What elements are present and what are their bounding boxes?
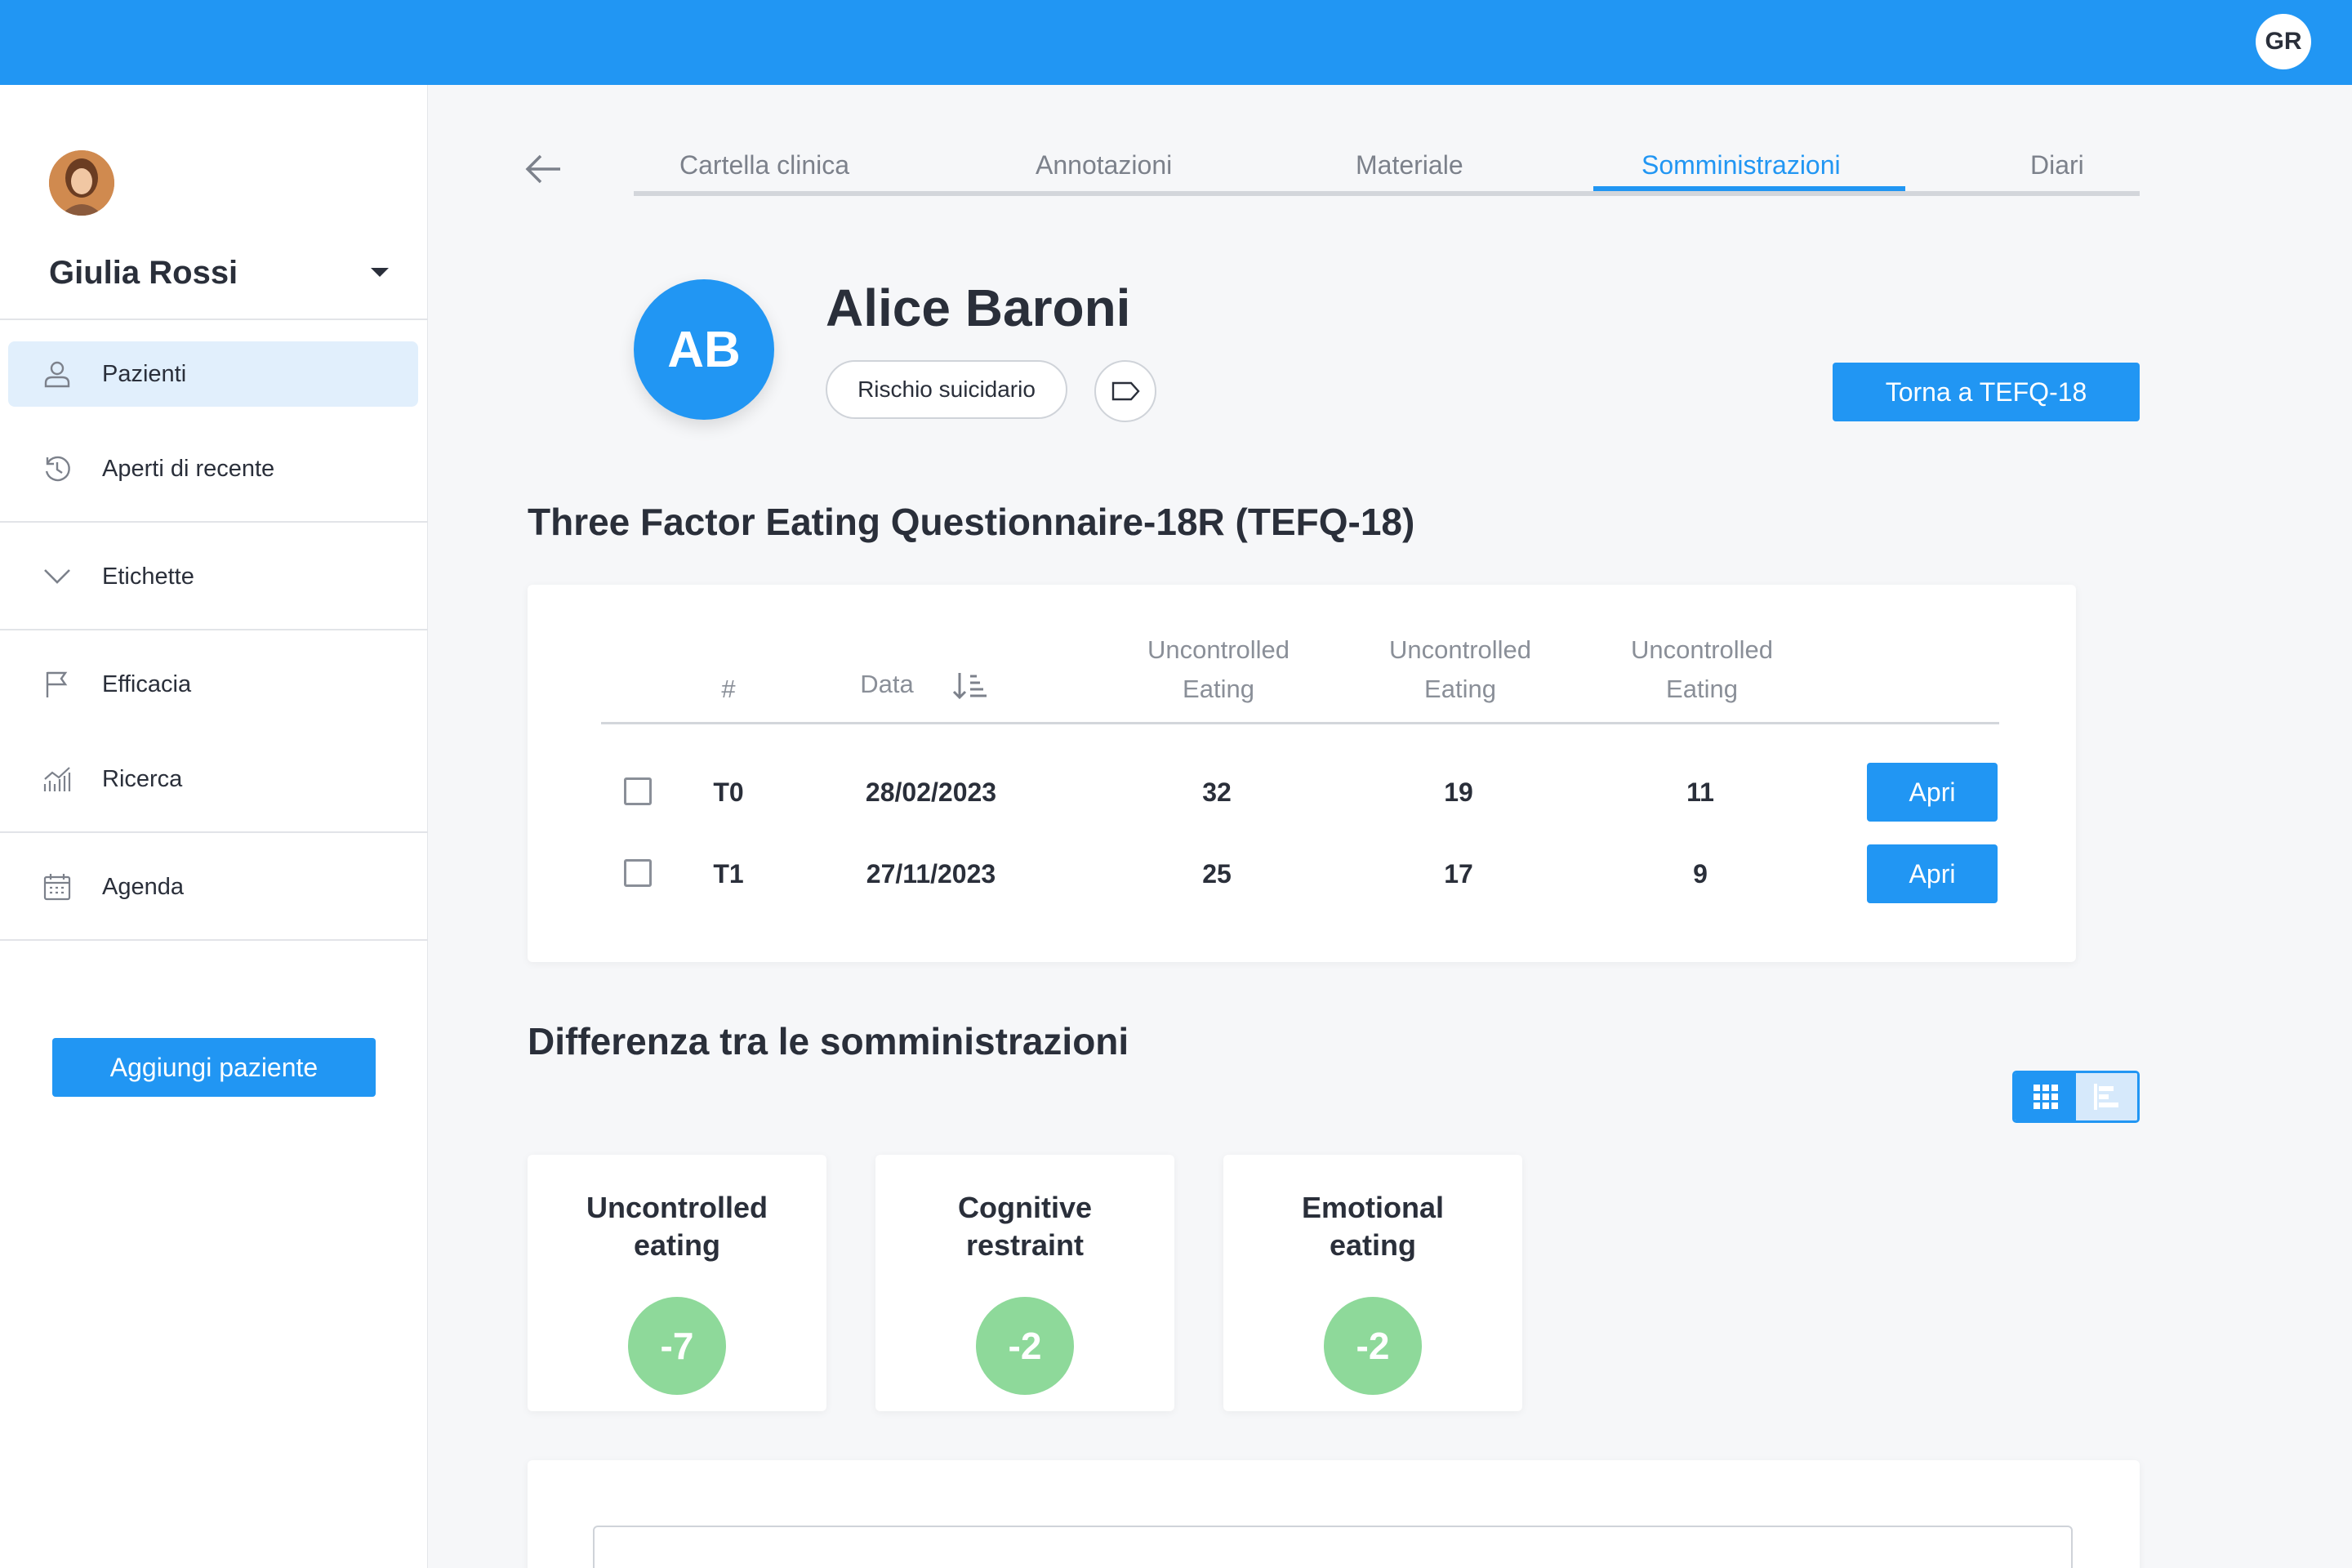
- sidebar-item-efficacia[interactable]: Efficacia: [8, 652, 418, 717]
- row-value-1: 32: [1202, 777, 1232, 807]
- row-id: T0: [713, 777, 744, 807]
- sidebar-item-label: Agenda: [102, 873, 184, 900]
- score-label: Cognitive restraint: [957, 1191, 1092, 1262]
- sidebar: Giulia Rossi Pazienti Aperti di recente …: [0, 85, 428, 1568]
- history-icon: [45, 456, 70, 482]
- row-value-3: 11: [1686, 777, 1714, 807]
- column-header-uncontrolled-eating-3: Uncontrolled Eating: [1630, 635, 1774, 703]
- score-value: -7: [628, 1297, 726, 1395]
- top-bar: GR: [0, 0, 2352, 85]
- column-header-uncontrolled-eating-2: Uncontrolled Eating: [1388, 635, 1532, 703]
- profile-name: Giulia Rossi: [49, 255, 238, 291]
- profile-menu-caret-icon[interactable]: [371, 268, 389, 277]
- calendar-icon: [43, 874, 71, 901]
- column-header-date[interactable]: Data: [838, 665, 936, 704]
- score-label: Uncontrolled eating: [586, 1191, 768, 1262]
- add-tag-button[interactable]: [1094, 360, 1156, 422]
- row-date: 27/11/2023: [866, 859, 996, 889]
- divider: [0, 831, 428, 833]
- user-icon: [44, 361, 70, 388]
- patient-name: Alice Baroni: [826, 278, 1131, 337]
- bottom-panel: [528, 1460, 2140, 1568]
- score-value: -2: [1324, 1297, 1422, 1395]
- row-value-3: 9: [1693, 859, 1708, 889]
- divider: [0, 629, 428, 630]
- open-administration-button[interactable]: Apri: [1867, 844, 1998, 903]
- sidebar-item-label: Pazienti: [102, 360, 187, 387]
- open-administration-button[interactable]: Apri: [1867, 763, 1998, 822]
- chevron-down-icon: [44, 569, 70, 584]
- sidebar-item-label: Etichette: [102, 563, 194, 590]
- divider: [0, 318, 428, 320]
- flag-icon: [46, 671, 68, 697]
- row-date: 28/02/2023: [865, 777, 997, 807]
- bar-list-icon: [2093, 1084, 2118, 1110]
- questionnaire-title: Three Factor Eating Questionnaire-18R (T…: [528, 501, 1415, 543]
- tab-somministrazioni[interactable]: Somministrazioni: [1642, 150, 1841, 180]
- administrations-table: # Data Uncontrolled Eating Uncontrolled Ea…: [528, 585, 2076, 962]
- risk-chip[interactable]: Rischio suicidario: [826, 360, 1067, 419]
- column-header-uncontrolled-eating-1: Uncontrolled Eating: [1147, 635, 1290, 703]
- score-card-uncontrolled-eating: Uncontrolled eating -7: [528, 1155, 826, 1411]
- tab-bar: Cartella clinica Annotazioni Materiale S…: [634, 139, 2140, 196]
- active-tab-indicator: [1593, 186, 1905, 191]
- sidebar-item-etichette[interactable]: Etichette: [8, 544, 418, 609]
- tab-diari[interactable]: Diari: [2030, 150, 2084, 180]
- tab-materiale[interactable]: Materiale: [1356, 150, 1463, 180]
- sidebar-item-agenda[interactable]: Agenda: [8, 854, 418, 920]
- sidebar-item-ricerca[interactable]: Ricerca: [8, 746, 418, 812]
- sidebar-item-pazienti[interactable]: Pazienti: [8, 341, 418, 407]
- sidebar-item-label: Aperti di recente: [102, 455, 275, 482]
- grid-view-button[interactable]: [2015, 1073, 2076, 1120]
- difference-title: Differenza tra le somministrazioni: [528, 1020, 1129, 1062]
- score-card-emotional-eating: Emotional eating -2: [1223, 1155, 1522, 1411]
- sort-icon[interactable]: [952, 670, 988, 702]
- notes-field[interactable]: [593, 1526, 2073, 1568]
- sidebar-item-recenti[interactable]: Aperti di recente: [8, 436, 418, 501]
- sidebar-item-label: Efficacia: [102, 670, 192, 697]
- tab-annotazioni[interactable]: Annotazioni: [1036, 150, 1172, 180]
- bar-view-button[interactable]: [2076, 1073, 2137, 1120]
- table-header-divider: [601, 722, 1999, 724]
- back-to-tefq-button[interactable]: Torna a TEFQ-18: [1833, 363, 2140, 421]
- score-card-cognitive-restraint: Cognitive restraint -2: [875, 1155, 1174, 1411]
- score-label: Emotional eating: [1301, 1191, 1444, 1262]
- tag-icon: [1111, 381, 1140, 401]
- row-value-1: 25: [1202, 859, 1232, 889]
- grid-icon: [2033, 1085, 2058, 1109]
- profile-photo: [49, 150, 114, 216]
- view-toggle: [2012, 1071, 2140, 1123]
- user-avatar[interactable]: GR: [2256, 14, 2311, 69]
- row-id: T1: [713, 859, 744, 889]
- divider: [0, 939, 428, 941]
- row-value-2: 19: [1444, 777, 1473, 807]
- back-arrow-icon[interactable]: [523, 150, 564, 188]
- sidebar-item-label: Ricerca: [102, 765, 183, 792]
- tab-cartella-clinica[interactable]: Cartella clinica: [679, 150, 849, 180]
- column-header-number: #: [721, 675, 736, 703]
- score-value: -2: [976, 1297, 1074, 1395]
- chart-icon: [43, 767, 71, 791]
- add-patient-button[interactable]: Aggiungi paziente: [52, 1038, 376, 1097]
- divider: [0, 521, 428, 523]
- row-value-2: 17: [1444, 859, 1473, 889]
- patient-avatar: AB: [634, 279, 774, 420]
